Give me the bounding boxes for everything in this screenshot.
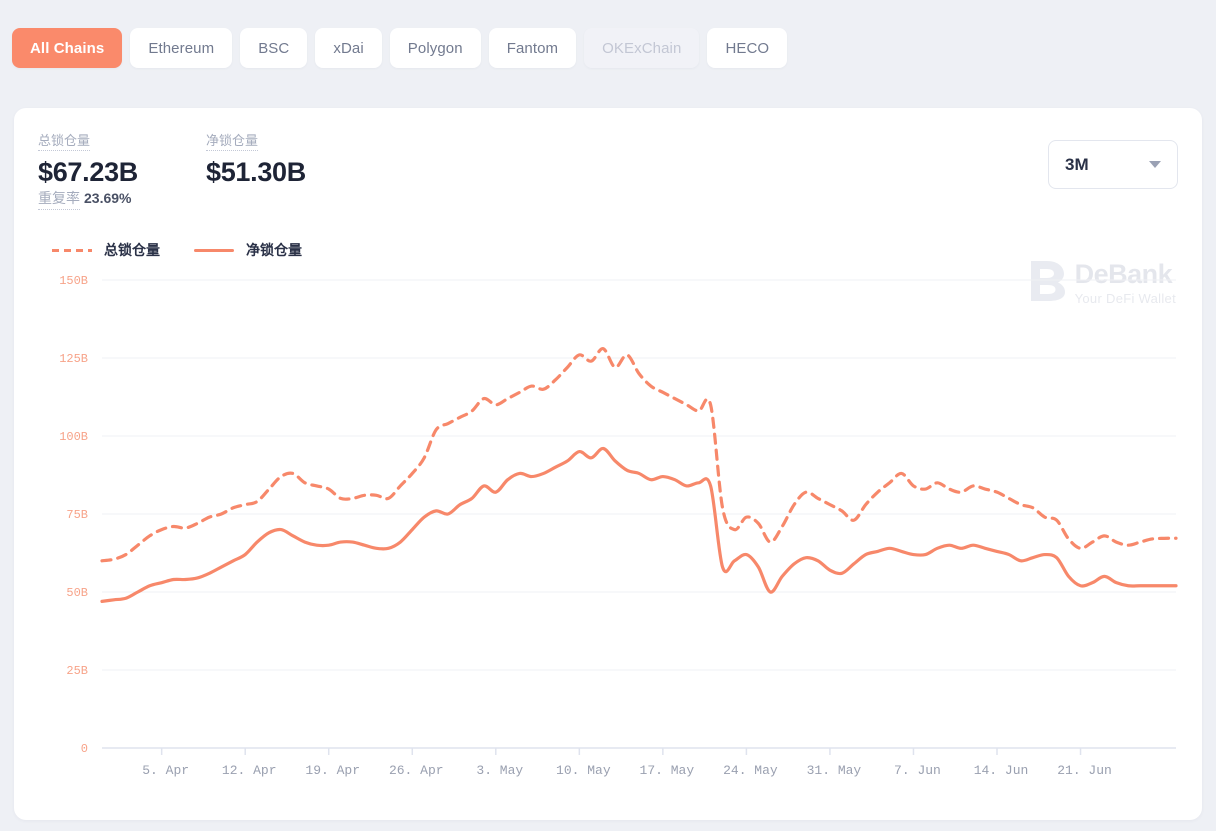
stat-net-locked-value: $51.30B bbox=[205, 157, 306, 187]
stat-duplication-rate-label: 重复率 bbox=[38, 188, 80, 210]
chevron-down-icon bbox=[1149, 161, 1161, 168]
chain-tab-okexchain: OKExChain bbox=[584, 28, 700, 68]
y-axis-tick-label: 50B bbox=[66, 586, 88, 600]
legend-label: 总锁仓量 bbox=[104, 242, 160, 258]
x-axis-tick-label: 12. Apr bbox=[222, 763, 277, 778]
chain-tab-polygon[interactable]: Polygon bbox=[389, 28, 481, 68]
x-axis-tick-label: 26. Apr bbox=[389, 763, 444, 778]
chain-tab-label: Ethereum bbox=[148, 39, 215, 57]
stat-duplication-rate: 重复率 23.69% bbox=[38, 188, 131, 210]
x-axis-tick-label: 31. May bbox=[807, 763, 862, 778]
x-axis-tick-label: 17. May bbox=[640, 763, 695, 778]
x-axis-tick-label: 14. Jun bbox=[974, 763, 1029, 778]
stat-total-locked-value: $67.23B bbox=[38, 157, 138, 187]
chain-tab-label: Polygon bbox=[407, 39, 463, 57]
tvl-chart[interactable]: 150B 125B 100B 75B 50B 25B 0 5. Apr 12. Apr 19. A… bbox=[14, 268, 1202, 820]
stat-duplication-rate-value: 23.69% bbox=[84, 190, 132, 206]
time-range-value: 3M bbox=[1065, 154, 1089, 174]
chain-tab-ethereum[interactable]: Ethereum bbox=[130, 28, 233, 68]
stat-net-locked-label: 净锁仓量 bbox=[205, 133, 258, 151]
chain-tab-label: OKExChain bbox=[602, 39, 682, 57]
stats-row: 总锁仓量 $67.23B 净锁仓量 $51.30B bbox=[38, 132, 374, 188]
chain-tab-label: BSC bbox=[258, 39, 290, 57]
chain-tabs: All Chains Ethereum BSC xDai Polygon Fan… bbox=[12, 28, 788, 68]
x-axis-tick-label: 24. May bbox=[723, 763, 778, 778]
chain-tab-label: xDai bbox=[333, 39, 364, 57]
y-axis-tick-label: 25B bbox=[66, 664, 88, 678]
y-axis-tick-label: 75B bbox=[66, 508, 88, 522]
x-axis-tick-label: 7. Jun bbox=[894, 763, 941, 778]
tvl-chart-svg: 150B 125B 100B 75B 50B 25B 0 5. Apr 12. Apr 19. A… bbox=[59, 274, 1178, 778]
stat-net-locked: 净锁仓量 $51.30B bbox=[205, 132, 306, 188]
y-axis-tick-label: 125B bbox=[59, 352, 88, 366]
stat-total-locked-label: 总锁仓量 bbox=[38, 133, 91, 151]
legend-solid-line-icon bbox=[194, 248, 234, 252]
y-axis-tick-label: 150B bbox=[59, 274, 88, 288]
chart-series-line bbox=[100, 347, 1178, 563]
y-axis-tick-label: 0 bbox=[81, 742, 88, 756]
x-axis-tick-label: 10. May bbox=[556, 763, 611, 778]
x-axis-tick-label: 19. Apr bbox=[305, 763, 360, 778]
chain-tab-label: All Chains bbox=[30, 39, 105, 57]
legend-label: 净锁仓量 bbox=[246, 242, 302, 258]
chain-tab-xdai[interactable]: xDai bbox=[315, 28, 382, 68]
chain-tab-bsc[interactable]: BSC bbox=[240, 28, 308, 68]
chain-tab-label: Fantom bbox=[506, 39, 559, 57]
page-root: All Chains Ethereum BSC xDai Polygon Fan… bbox=[0, 0, 1216, 831]
stat-total-locked: 总锁仓量 $67.23B bbox=[38, 132, 138, 188]
chain-tab-heco[interactable]: HECO bbox=[707, 28, 788, 68]
x-axis-tick-label: 3. May bbox=[476, 763, 523, 778]
x-axis-tick-label: 21. Jun bbox=[1057, 763, 1112, 778]
chain-tab-fantom[interactable]: Fantom bbox=[488, 28, 577, 68]
time-range-select[interactable]: 3M bbox=[1048, 140, 1178, 189]
tvl-card: 总锁仓量 $67.23B 净锁仓量 $51.30B 重复率 23.69% 3M 总… bbox=[14, 108, 1202, 820]
legend-item-net-locked[interactable]: 净锁仓量 bbox=[194, 240, 302, 260]
legend-dashed-line-icon bbox=[52, 248, 92, 252]
chain-tab-label: HECO bbox=[725, 39, 770, 57]
chart-legend: 总锁仓量 净锁仓量 bbox=[52, 240, 336, 260]
x-axis-tick-label: 5. Apr bbox=[142, 763, 189, 778]
legend-item-total-locked[interactable]: 总锁仓量 bbox=[52, 240, 160, 260]
chain-tab-all-chains[interactable]: All Chains bbox=[12, 28, 123, 68]
chart-series-line bbox=[100, 446, 1178, 603]
y-axis-tick-label: 100B bbox=[59, 430, 88, 444]
